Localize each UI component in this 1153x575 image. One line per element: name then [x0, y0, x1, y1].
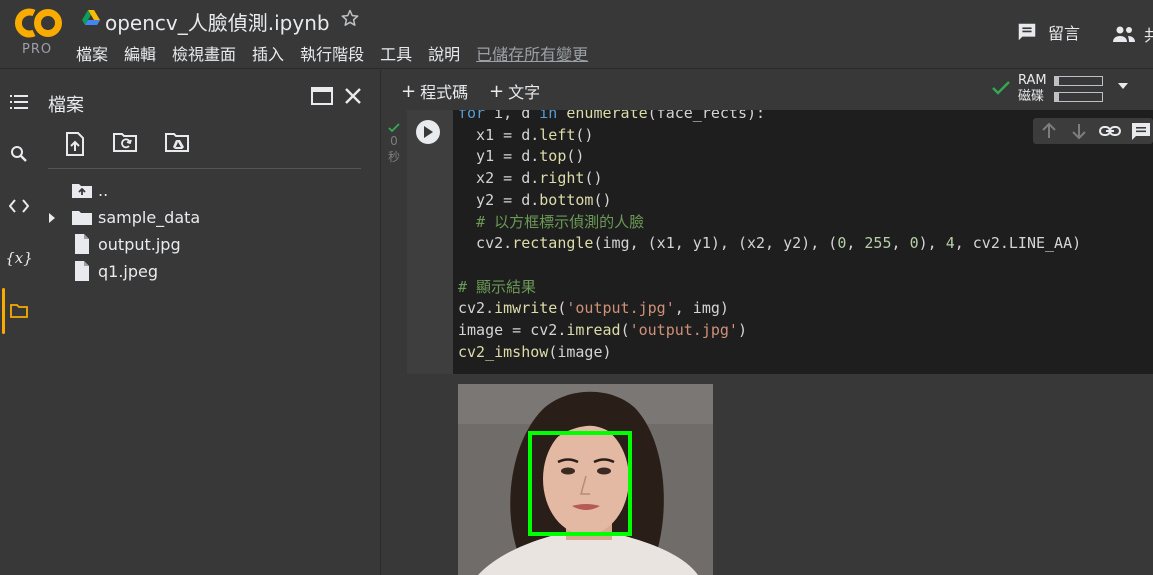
ram-label: RAM [1018, 73, 1047, 88]
menu-insert[interactable]: 插入 [252, 41, 284, 64]
menu-help[interactable]: 說明 [428, 41, 460, 64]
add-text-button[interactable]: + 文字 [489, 79, 540, 103]
folder-icon [70, 205, 94, 229]
file-icon [70, 232, 94, 256]
colab-logo-icon [14, 8, 62, 38]
tree-item-folder[interactable]: sample_data [70, 204, 200, 230]
panel-divider [48, 168, 361, 169]
plan-badge: PRO [22, 42, 53, 57]
notebook-title[interactable]: opencv_人臉偵測.ipynb [105, 7, 330, 36]
link-icon[interactable] [1099, 122, 1121, 140]
comment-label: 留言 [1048, 24, 1081, 43]
output-image [458, 384, 713, 575]
google-drive-icon[interactable] [82, 10, 100, 26]
exec-count: 0 [390, 134, 398, 148]
execution-status: 0 秒 [387, 123, 401, 165]
menu-tools[interactable]: 工具 [380, 41, 412, 64]
refresh-folder-icon[interactable] [113, 132, 139, 154]
active-indicator [2, 288, 5, 334]
ram-meter-fill [1055, 77, 1059, 85]
runtime-dropdown-icon[interactable] [1117, 82, 1129, 90]
menu-view[interactable]: 檢視畫面 [172, 41, 236, 64]
add-text-label: 文字 [508, 83, 541, 102]
exec-unit: 秒 [387, 150, 400, 164]
move-down-icon[interactable] [1071, 122, 1087, 140]
play-icon [424, 126, 433, 138]
files-icon[interactable] [7, 299, 31, 323]
people-icon [1113, 26, 1135, 42]
comment-icon[interactable] [1131, 122, 1151, 140]
plus-icon: + [401, 80, 417, 102]
header: PRO opencv_人臉偵測.ipynb 檔案 編輯 檢視畫面 插入 執行階段… [0, 0, 1153, 69]
star-icon[interactable] [340, 8, 360, 28]
tree-item-label: output.jpg [98, 234, 181, 254]
run-gutter [407, 110, 453, 374]
menu-file[interactable]: 檔案 [76, 41, 108, 64]
tree-item-file[interactable]: output.jpg [70, 231, 181, 257]
code-editor[interactable]: for i, d in enumerate(face_rects): x1 = … [453, 110, 1153, 374]
save-status[interactable]: 已儲存所有變更 [476, 41, 588, 64]
code-cell: 0 秒 for i, d in enumerate(face_rects): x… [381, 110, 1153, 575]
run-cell-button[interactable] [416, 120, 440, 144]
tree-item-label: .. [98, 180, 109, 200]
ram-meter[interactable] [1054, 76, 1103, 86]
tree-item-label: q1.jpeg [98, 261, 159, 281]
share-label: 共 [1144, 26, 1153, 45]
resource-labels[interactable]: RAM 磁碟 [1018, 73, 1047, 105]
expand-caret-icon[interactable] [47, 212, 57, 224]
mount-drive-icon[interactable] [165, 132, 191, 154]
move-up-icon[interactable] [1041, 122, 1057, 140]
tree-item-label: sample_data [98, 207, 201, 227]
variables-icon[interactable]: {x} [5, 246, 33, 270]
tree-item-parent[interactable]: .. [70, 177, 108, 203]
panel-title: 檔案 [48, 95, 84, 116]
connected-check-icon [991, 80, 1011, 96]
add-code-label: 程式碼 [420, 83, 469, 102]
close-icon[interactable] [343, 86, 363, 106]
tree-item-file[interactable]: q1.jpeg [70, 258, 158, 284]
file-icon [70, 259, 94, 283]
code-snippets-icon[interactable] [7, 194, 31, 218]
table-of-contents-icon[interactable] [7, 90, 31, 114]
exec-check-icon [388, 123, 400, 133]
notebook-toolbar: + 程式碼 + 文字 RAM 磁碟 [381, 70, 1153, 110]
disk-meter[interactable] [1054, 92, 1103, 102]
menu-edit[interactable]: 編輯 [124, 41, 156, 64]
cell-output [407, 374, 1153, 575]
comment-button[interactable]: 留言 [1016, 20, 1080, 44]
disk-label: 磁碟 [1018, 89, 1045, 104]
menu-bar: 檔案 編輯 檢視畫面 插入 執行階段 工具 說明 已儲存所有變更 [76, 41, 588, 64]
plus-icon: + [489, 80, 505, 102]
menu-runtime[interactable]: 執行階段 [300, 41, 364, 64]
open-in-tab-icon[interactable] [311, 86, 333, 106]
files-panel: 檔案 .. sample_data output.jpg q1.jpeg [38, 70, 381, 575]
upload-file-icon[interactable] [65, 132, 85, 156]
disk-meter-fill [1055, 93, 1059, 101]
cell-toolbar [1033, 118, 1153, 144]
share-button[interactable]: 共 [1112, 22, 1153, 46]
colab-logo[interactable]: PRO [10, 6, 62, 57]
comment-icon [1018, 23, 1036, 41]
search-icon[interactable] [7, 142, 31, 166]
notebook-main: + 程式碼 + 文字 RAM 磁碟 0 秒 for i, d in enumer… [381, 70, 1153, 575]
add-code-button[interactable]: + 程式碼 [401, 79, 468, 103]
code-text: for i, d in enumerate(face_rects): x1 = … [458, 110, 1082, 361]
folder-up-icon [70, 178, 94, 202]
left-icon-rail: {x} [0, 70, 38, 575]
